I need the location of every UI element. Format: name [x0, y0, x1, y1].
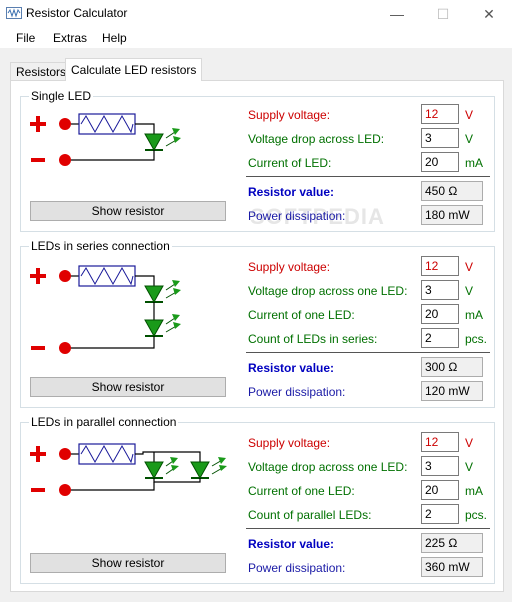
menu-bar: File Extras Help — [0, 28, 512, 49]
parallel-current-unit: mA — [465, 484, 483, 498]
series-show-resistor-button[interactable]: Show resistor — [30, 377, 226, 397]
single-supply-input[interactable]: 12 — [421, 104, 459, 124]
parallel-supply-label: Supply voltage: — [248, 436, 331, 450]
minimize-button[interactable]: — — [374, 0, 420, 28]
group-title: LEDs in parallel connection — [29, 415, 179, 429]
series-supply-input[interactable]: 12 — [421, 256, 459, 276]
series-count-unit: pcs. — [465, 332, 488, 346]
series-drop-input[interactable]: 3 — [421, 280, 459, 300]
series-current-input[interactable]: 20 — [421, 304, 459, 324]
title-bar: Resistor Calculator — ☐ ✕ — [0, 0, 512, 28]
single-supply-unit: V — [465, 108, 474, 122]
series-drop-label: Voltage drop across one LED: — [248, 284, 408, 298]
single-led-diagram — [30, 113, 181, 166]
parallel-count-unit: pcs. — [465, 508, 488, 522]
parallel-count-input[interactable]: 2 — [421, 504, 459, 524]
series-count-input[interactable]: 2 — [421, 328, 459, 348]
tab-calculate-led[interactable]: Calculate LED resistors — [65, 58, 203, 81]
series-resistor-label: Resistor value: — [248, 361, 335, 375]
maximize-button[interactable]: ☐ — [420, 0, 466, 28]
series-led-diagram — [30, 265, 181, 354]
parallel-current-input[interactable]: 20 — [421, 480, 459, 500]
parallel-drop-unit: V — [465, 460, 474, 474]
single-resistor-label: Resistor value: — [248, 185, 335, 199]
group-title: LEDs in series connection — [29, 239, 172, 253]
parallel-show-resistor-button[interactable]: Show resistor — [30, 553, 226, 573]
series-supply-label: Supply voltage: — [248, 260, 331, 274]
parallel-drop-input[interactable]: 3 — [421, 456, 459, 476]
parallel-led-diagram — [30, 443, 227, 496]
group-title: Single LED — [29, 89, 94, 103]
series-power-value: 120 mW — [421, 381, 483, 401]
series-separator — [246, 352, 490, 353]
menu-help[interactable]: Help — [102, 31, 127, 45]
parallel-drop-label: Voltage drop across one LED: — [248, 460, 408, 474]
single-supply-label: Supply voltage: — [248, 108, 331, 122]
series-supply-unit: V — [465, 260, 474, 274]
parallel-resistor-label: Resistor value: — [248, 537, 335, 551]
single-power-value: 180 mW — [421, 205, 483, 225]
tab-resistors[interactable]: Resistors — [10, 62, 73, 82]
single-resistor-value: 450 Ω — [421, 181, 483, 201]
menu-file[interactable]: File — [16, 31, 35, 45]
single-power-label: Power dissipation: — [248, 209, 346, 223]
parallel-count-label: Count of parallel LEDs: — [248, 508, 372, 522]
app-icon — [6, 7, 22, 19]
parallel-resistor-value: 225 Ω — [421, 533, 483, 553]
single-current-unit: mA — [465, 156, 483, 170]
series-count-label: Count of LEDs in series: — [248, 332, 378, 346]
series-resistor-value: 300 Ω — [421, 357, 483, 377]
series-current-unit: mA — [465, 308, 483, 322]
single-current-input[interactable]: 20 — [421, 152, 459, 172]
parallel-current-label: Current of one LED: — [248, 484, 355, 498]
series-drop-unit: V — [465, 284, 474, 298]
parallel-supply-input[interactable]: 12 — [421, 432, 459, 452]
single-current-label: Current of LED: — [248, 156, 332, 170]
parallel-power-value: 360 mW — [421, 557, 483, 577]
single-drop-label: Voltage drop across LED: — [248, 132, 385, 146]
series-current-label: Current of one LED: — [248, 308, 355, 322]
single-separator — [246, 176, 490, 177]
menu-extras[interactable]: Extras — [53, 31, 87, 45]
parallel-separator — [246, 528, 490, 529]
single-show-resistor-button[interactable]: Show resistor — [30, 201, 226, 221]
single-drop-unit: V — [465, 132, 474, 146]
series-power-label: Power dissipation: — [248, 385, 346, 399]
parallel-power-label: Power dissipation: — [248, 561, 346, 575]
single-drop-input[interactable]: 3 — [421, 128, 459, 148]
close-button[interactable]: ✕ — [466, 0, 512, 28]
parallel-supply-unit: V — [465, 436, 474, 450]
window-title: Resistor Calculator — [26, 6, 128, 20]
